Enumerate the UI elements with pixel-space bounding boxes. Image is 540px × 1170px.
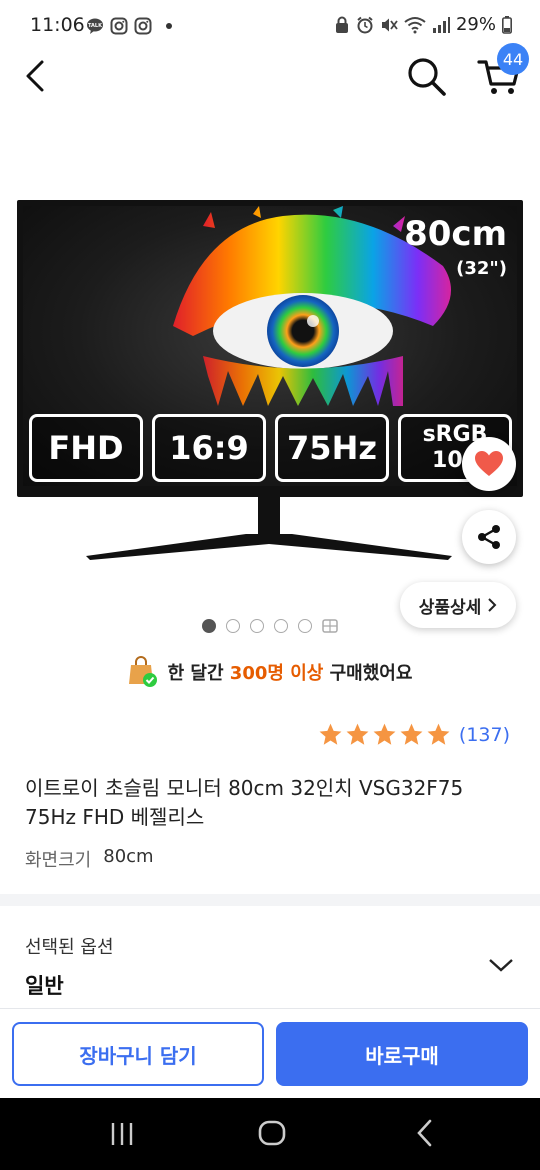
spec-badge: 16:9 — [152, 414, 266, 482]
back-arrow-icon[interactable] — [20, 56, 56, 96]
product-spec-line: 화면크기 80cm — [25, 846, 154, 872]
android-nav-bar — [0, 1098, 540, 1170]
star-icon — [346, 723, 369, 745]
svg-text:TALK: TALK — [88, 23, 103, 29]
bottom-action-bar: 장바구니 담기 바로구매 — [0, 1008, 540, 1098]
wishlist-button[interactable] — [462, 437, 516, 491]
alarm-icon — [357, 16, 373, 33]
product-detail-label: 상품상세 — [418, 597, 482, 618]
spec-value: 80cm — [103, 846, 154, 867]
status-bar: 11:06 TALK 29% — [0, 0, 540, 54]
instagram-icon — [134, 17, 152, 35]
pager-dot[interactable] — [298, 619, 312, 633]
chevron-right-icon — [488, 598, 497, 612]
spec-badge: 75Hz — [275, 414, 389, 482]
search-icon[interactable] — [404, 54, 448, 98]
pager-dot[interactable] — [226, 619, 240, 633]
gallery-grid-icon[interactable] — [322, 619, 338, 633]
system-icons: 29% — [334, 14, 512, 35]
banner-prefix: 한 달간 — [167, 663, 224, 684]
monitor-image: 80cm (32") FHD 16:9 75Hz sRGB 100 — [17, 200, 523, 497]
instagram-icon — [110, 17, 128, 35]
recent-apps-icon[interactable] — [108, 1120, 136, 1148]
spec-badge: FHD — [29, 414, 143, 482]
pager-dot[interactable] — [202, 619, 216, 633]
section-divider — [0, 894, 540, 906]
banner-highlight: 300명 이상 — [229, 663, 324, 684]
more-notifications-dot — [166, 23, 172, 29]
product-detail-button[interactable]: 상품상세 — [400, 582, 516, 628]
battery-icon — [502, 15, 512, 34]
battery-percent: 29% — [455, 14, 496, 35]
star-icon — [400, 723, 423, 745]
selected-option-value[interactable]: 일반 — [25, 970, 64, 1000]
nav-back-icon[interactable] — [412, 1118, 438, 1148]
rating-summary[interactable]: (137) — [318, 722, 510, 747]
heart-icon — [475, 451, 503, 476]
top-header — [0, 54, 540, 98]
size-sub-text: (32") — [456, 258, 507, 279]
chevron-down-icon[interactable] — [486, 950, 516, 980]
share-button[interactable] — [462, 510, 516, 564]
pager-dot[interactable] — [274, 619, 288, 633]
monitor-screen: 80cm (32") FHD 16:9 75Hz sRGB 100 — [23, 206, 517, 486]
home-icon[interactable] — [257, 1118, 287, 1148]
status-time: 11:06 — [30, 14, 85, 36]
talk-icon: TALK — [87, 18, 103, 34]
notification-icons: TALK — [86, 17, 172, 35]
star-icon — [427, 723, 450, 745]
pager-dot[interactable] — [250, 619, 264, 633]
share-icon — [478, 525, 500, 549]
buy-now-button[interactable]: 바로구매 — [276, 1022, 528, 1086]
review-count-link[interactable]: (137) — [459, 724, 510, 746]
wifi-icon — [404, 16, 426, 33]
mute-icon — [381, 18, 398, 31]
lock-icon — [335, 16, 348, 33]
carousel-pager — [202, 619, 338, 633]
add-to-cart-button[interactable]: 장바구니 담기 — [12, 1022, 264, 1086]
size-label: 80cm (32") — [404, 214, 507, 279]
purchase-count-banner: 한 달간 300명 이상 구매했어요 — [0, 654, 540, 690]
star-icon — [319, 723, 342, 745]
signal-icon — [432, 16, 450, 33]
star-icon — [373, 723, 396, 745]
spec-label: 화면크기 — [25, 850, 92, 871]
cart-count-badge: 44 — [497, 43, 529, 75]
shopping-bag-check-icon — [128, 656, 157, 687]
product-image-carousel[interactable]: 80cm (32") FHD 16:9 75Hz sRGB 100 — [0, 190, 540, 570]
size-main-text: 80cm — [404, 214, 507, 254]
product-title: 이트로이 초슬림 모니터 80cm 32인치 VSG32F75 75Hz FHD… — [25, 776, 464, 829]
banner-suffix: 구매했어요 — [329, 663, 413, 684]
selected-option-label: 선택된 옵션 — [25, 937, 114, 958]
monitor-stand-base — [86, 534, 452, 560]
